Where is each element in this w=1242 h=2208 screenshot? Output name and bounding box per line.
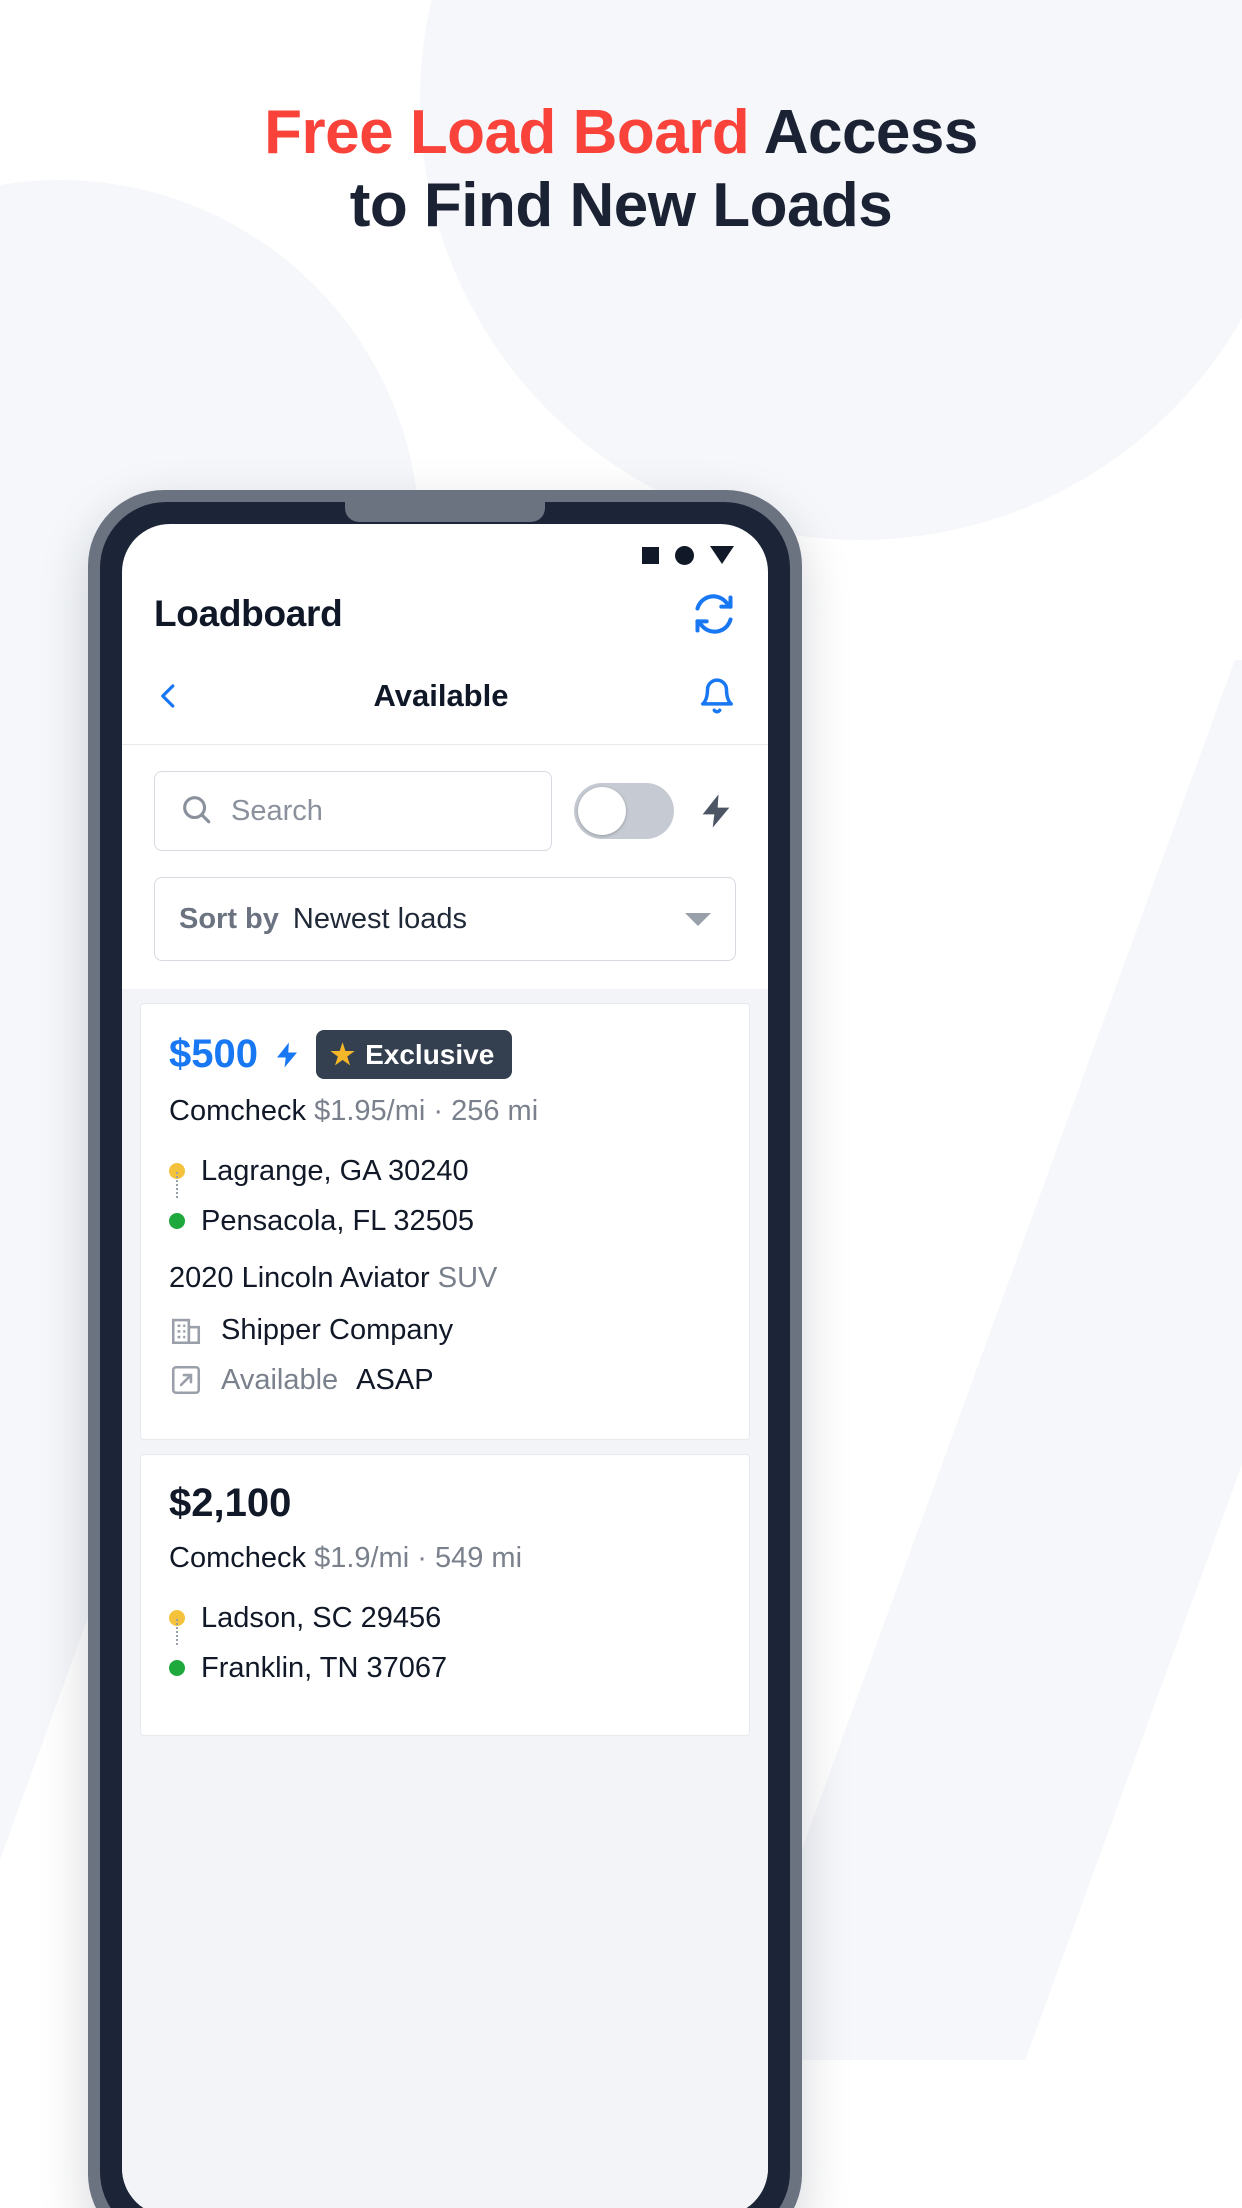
phone-screen: Loadboard Available Search Sort by Newes… [122, 524, 768, 2208]
filter-section: Search Sort by Newest loads [122, 745, 768, 989]
vehicle-info: 2020 Lincoln Aviator SUV [169, 1262, 721, 1295]
vehicle-type: SUV [437, 1262, 498, 1294]
meta-separator: · [433, 1095, 444, 1127]
payment-method: Comcheck [169, 1095, 306, 1127]
origin-label: Lagrange, GA 30240 [201, 1154, 469, 1187]
headline-line-1: Free Load Board Access [0, 96, 1242, 169]
payment-method: Comcheck [169, 1542, 306, 1574]
badge-label: Exclusive [365, 1038, 495, 1070]
destination-stop: Franklin, TN 37067 [169, 1643, 721, 1693]
route-stops: Ladson, SC 29456 Franklin, TN 37067 [169, 1593, 721, 1693]
rate-per-mile: $1.95/mi [314, 1095, 426, 1127]
route-stops: Lagrange, GA 30240 Pensacola, FL 32505 [169, 1146, 721, 1246]
status-badge: ★ Exclusive [315, 1030, 513, 1079]
phone-bezel: Loadboard Available Search Sort by Newes… [100, 502, 790, 2208]
destination-label: Pensacola, FL 32505 [201, 1204, 475, 1237]
headline-line-2: to Find New Loads [349, 171, 893, 241]
page-title: Loadboard [154, 593, 343, 634]
load-meta: Comcheck $1.9/mi · 549 mi [169, 1542, 721, 1575]
load-price-row: $2,100 [169, 1481, 721, 1526]
circle-icon [675, 545, 694, 565]
origin-stop: Lagrange, GA 30240 [169, 1146, 721, 1196]
destination-stop: Pensacola, FL 32505 [169, 1196, 721, 1246]
toggle-knob [578, 787, 626, 835]
availability-row: Available ASAP [169, 1363, 721, 1397]
load-price-row: $500 ★ Exclusive [169, 1030, 721, 1079]
star-icon: ★ [329, 1039, 356, 1070]
load-card[interactable]: $500 ★ Exclusive Comcheck $1.95/mi · 256… [140, 1003, 750, 1440]
meta-separator: · [417, 1542, 427, 1574]
nav-bar: Available [122, 660, 768, 745]
destination-label: Franklin, TN 37067 [201, 1651, 448, 1684]
instant-book-toggle[interactable] [574, 783, 674, 839]
phone-notch [345, 502, 545, 522]
refresh-icon[interactable] [692, 592, 736, 636]
square-icon [642, 546, 659, 564]
availability-label: Available [221, 1363, 339, 1396]
route-connector [176, 1619, 178, 1645]
origin-stop: Ladson, SC 29456 [169, 1593, 721, 1643]
origin-label: Ladson, SC 29456 [201, 1601, 442, 1634]
lightning-bolt-icon[interactable] [696, 785, 736, 837]
filter-row-search: Search [154, 771, 736, 851]
background-circle-top [420, 0, 1242, 540]
sort-dropdown[interactable]: Sort by Newest loads [154, 877, 736, 961]
load-meta: Comcheck $1.95/mi · 256 mi [169, 1095, 721, 1128]
sort-value: Newest loads [292, 902, 467, 935]
sort-label: Sort by [179, 902, 279, 935]
distance: 549 mi [434, 1542, 523, 1574]
arrow-out-icon [169, 1363, 203, 1397]
headline: Free Load Board Access to Find New Loads [0, 96, 1242, 242]
rate-per-mile: $1.9/mi [314, 1542, 410, 1574]
headline-rest: Access [749, 98, 979, 167]
triangle-down-icon [710, 546, 734, 564]
search-icon [179, 792, 213, 831]
search-input[interactable]: Search [154, 771, 552, 851]
status-bar [122, 524, 768, 586]
app-header: Loadboard [122, 586, 768, 660]
destination-dot-icon [169, 1660, 185, 1676]
background-band-right [725, 660, 1242, 2060]
shipper-row: Shipper Company [169, 1313, 721, 1347]
chevron-left-icon[interactable] [154, 674, 184, 718]
load-price: $500 [169, 1032, 258, 1076]
availability-value: ASAP [356, 1363, 434, 1396]
load-card[interactable]: $2,100 Comcheck $1.9/mi · 549 mi Ladson,… [140, 1454, 750, 1736]
marketing-screenshot: Free Load Board Access to Find New Loads… [0, 0, 1242, 2208]
distance: 256 mi [451, 1095, 539, 1127]
bell-icon[interactable] [698, 674, 736, 718]
vehicle-name: 2020 Lincoln Aviator [169, 1262, 430, 1294]
headline-accent: Free Load Board [264, 98, 750, 167]
search-placeholder: Search [231, 794, 323, 827]
load-list[interactable]: $500 ★ Exclusive Comcheck $1.95/mi · 256… [122, 989, 768, 2208]
lightning-bolt-icon [272, 1034, 302, 1076]
destination-dot-icon [169, 1213, 185, 1229]
phone-mockup: Loadboard Available Search Sort by Newes… [88, 490, 802, 2208]
nav-title: Available [373, 678, 509, 713]
load-price: $2,100 [169, 1481, 292, 1525]
route-connector [176, 1172, 178, 1198]
chevron-down-icon [685, 912, 711, 926]
shipper-name: Shipper Company [221, 1313, 454, 1346]
building-icon [169, 1313, 203, 1347]
